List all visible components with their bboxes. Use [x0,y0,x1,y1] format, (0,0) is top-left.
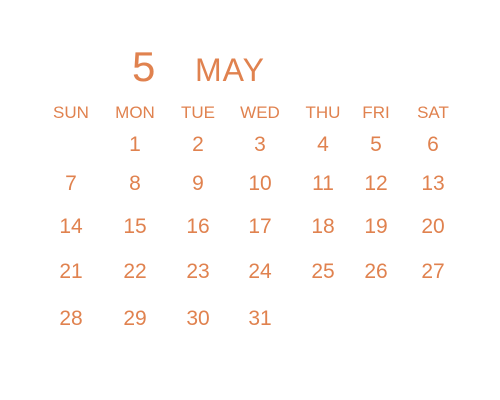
day-cell: 11 [312,172,334,195]
day-cell: 12 [364,172,388,195]
day-cell: 24 [248,260,272,283]
day-cell: 6 [427,133,439,156]
day-cell: 23 [186,260,210,283]
weekday-label: TUE [181,103,215,122]
month-number: 5 [132,43,156,90]
day-cell: 29 [123,307,147,330]
day-cell: 25 [311,260,335,283]
day-cell: 31 [248,307,272,330]
day-cell: 15 [123,215,147,238]
day-cell: 17 [248,215,272,238]
weekday-label: FRI [362,103,390,122]
day-cell: 26 [364,260,388,283]
weekday-label: WED [240,103,280,122]
day-cell: 22 [123,260,147,283]
day-cell: 19 [364,215,388,238]
day-cell: 5 [370,133,382,156]
day-cell: 18 [311,215,335,238]
day-cell: 4 [317,133,329,156]
day-cell: 14 [59,215,83,238]
weekday-label: SUN [53,103,89,122]
day-cell: 30 [186,307,210,330]
weekday-label: SAT [417,103,449,122]
day-cell: 21 [59,260,83,283]
day-cell: 7 [65,172,77,195]
weekday-label: THU [305,103,341,122]
day-cell: 3 [254,133,266,156]
day-cell: 9 [192,172,204,195]
day-cell: 13 [421,172,445,195]
day-cell: 16 [186,215,210,238]
day-cell: 8 [129,172,141,195]
day-cell: 1 [129,133,141,156]
day-cell: 2 [192,133,204,156]
day-cell: 28 [59,307,83,330]
weekday-label: MON [115,103,155,122]
day-cell: 20 [421,215,445,238]
day-cell: 27 [421,260,445,283]
month-name: MAY [195,52,265,88]
day-cell: 10 [248,172,272,195]
